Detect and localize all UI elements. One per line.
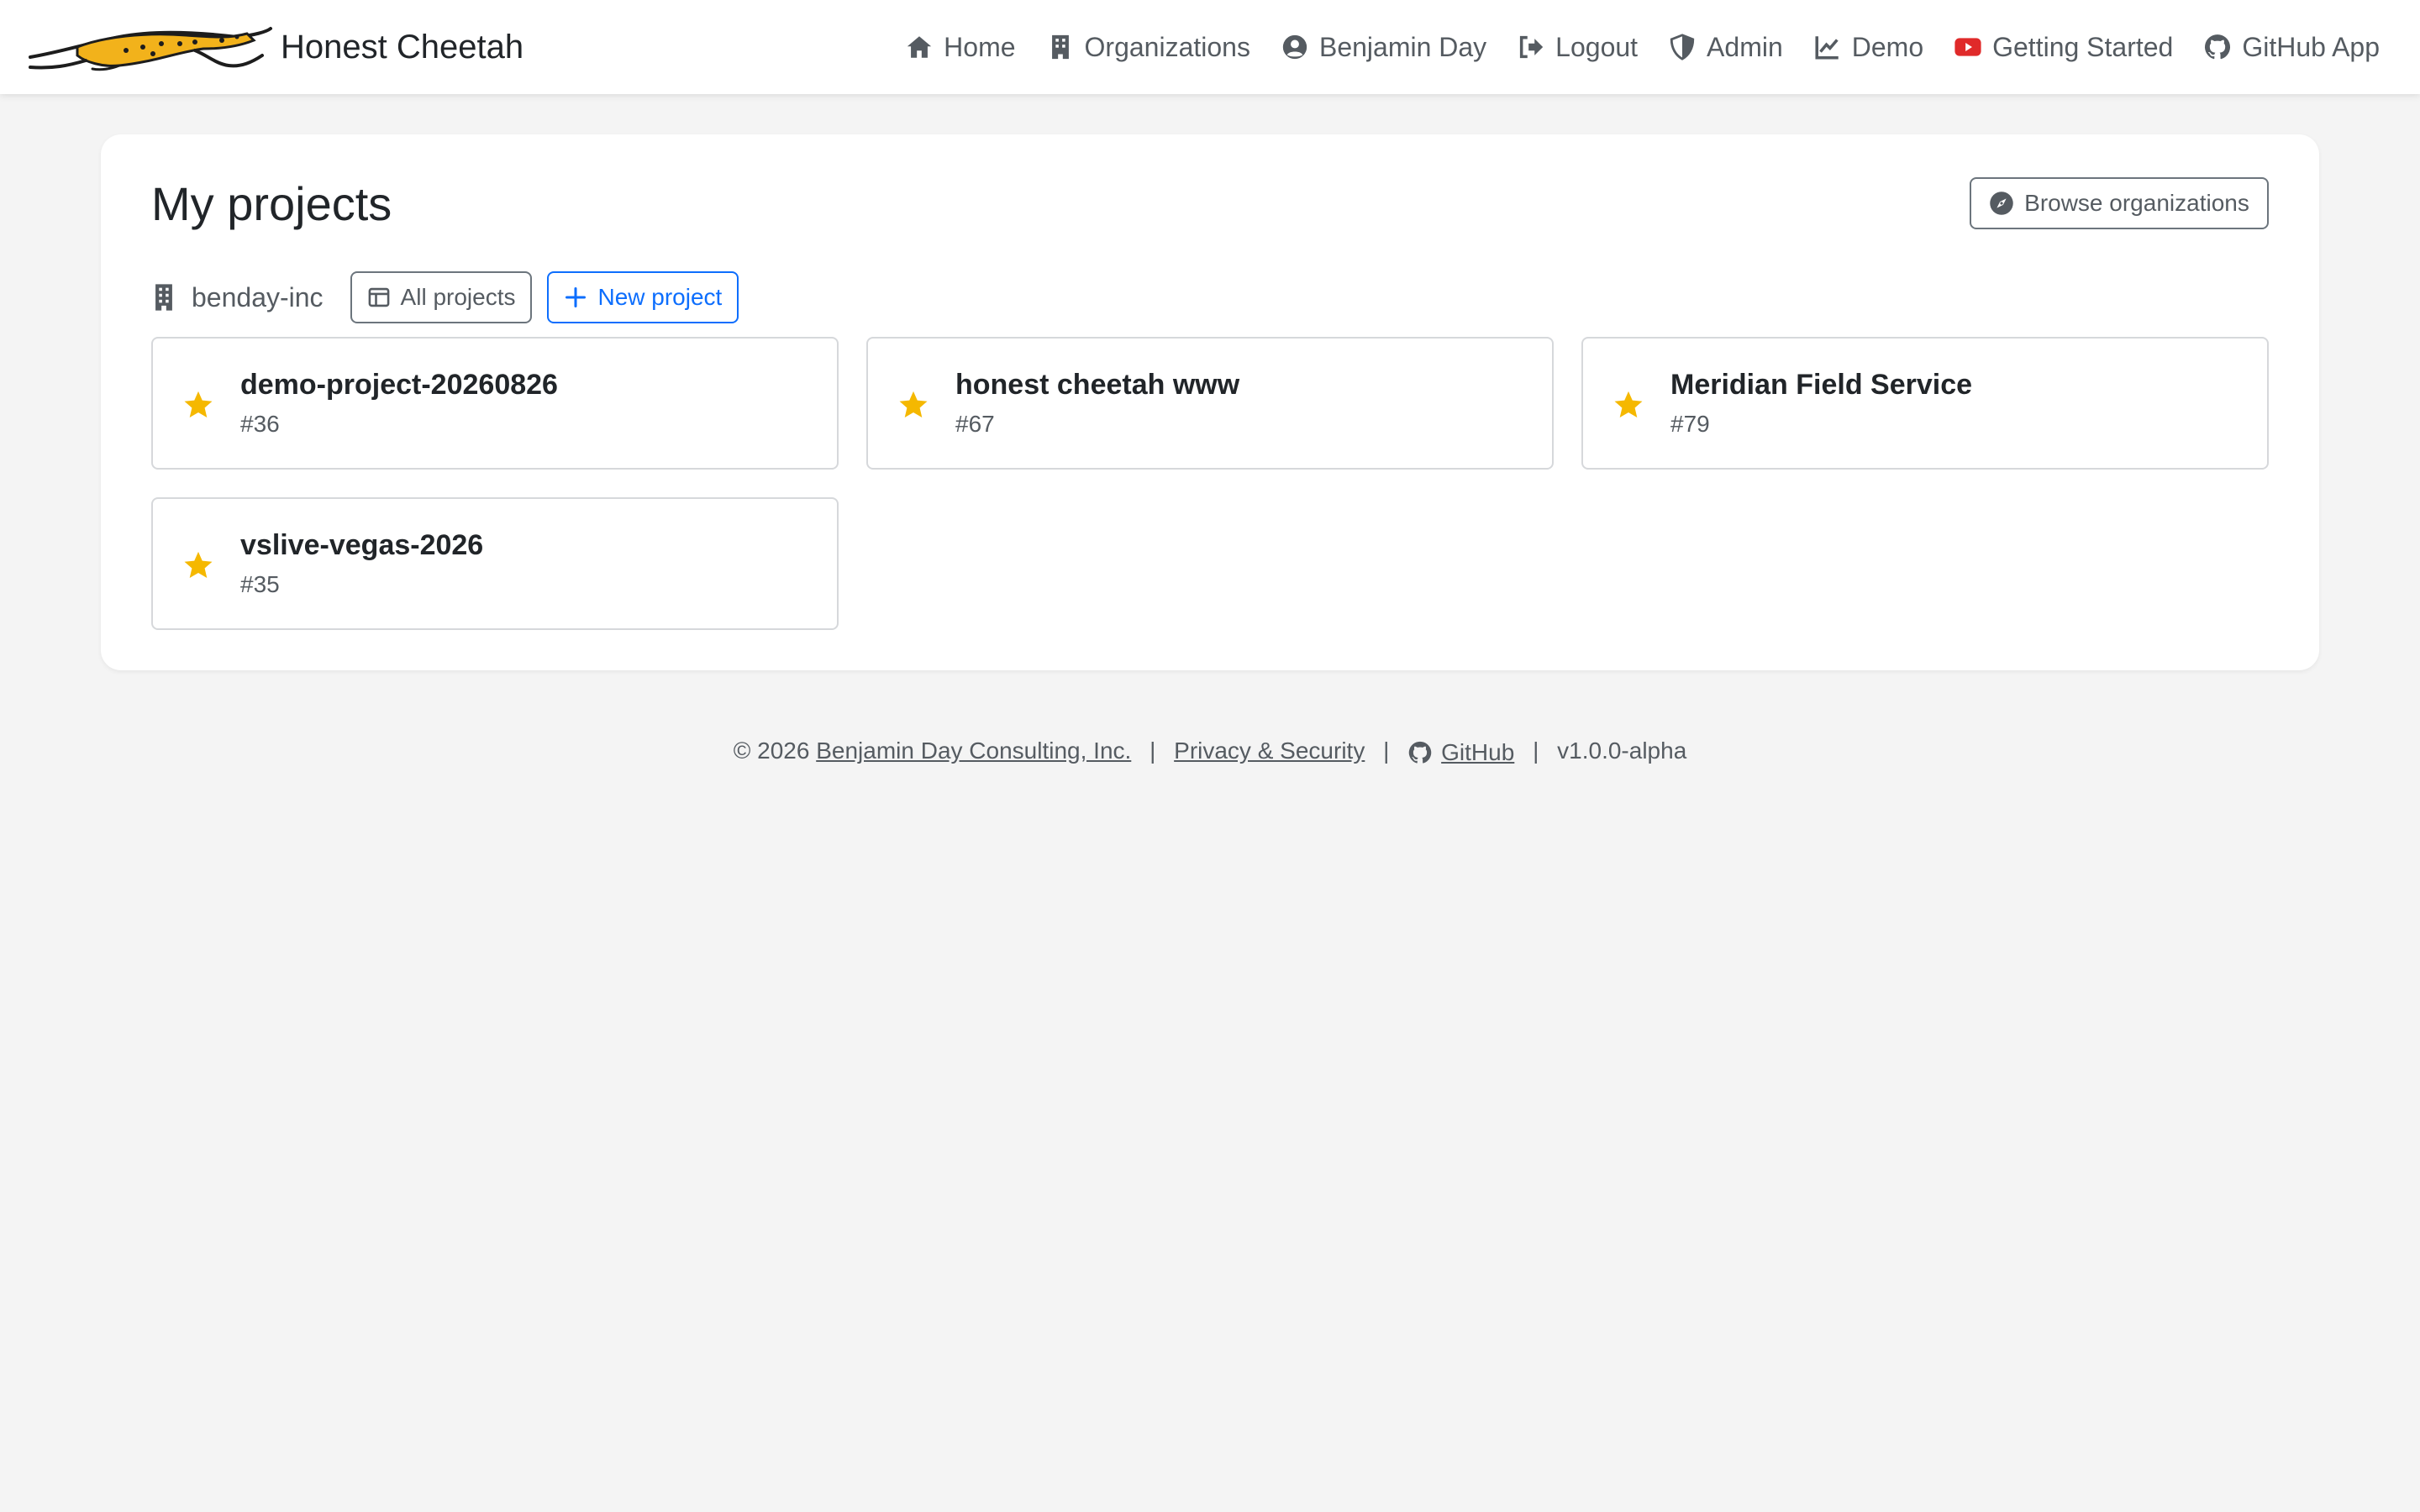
footer-version: v1.0.0-alpha (1557, 738, 1687, 764)
nav-logout-label: Logout (1555, 31, 1639, 62)
organization-name: benday-inc (151, 282, 324, 313)
nav-organizations[interactable]: Organizations (1046, 32, 1250, 63)
page-footer: © 2026 Benjamin Day Consulting, Inc. | P… (0, 738, 2420, 766)
projects-card: My projects Browse organizations benday-… (101, 134, 2319, 670)
footer-github-link[interactable]: GitHub (1441, 739, 1514, 766)
project-number: #79 (1670, 411, 1710, 437)
cheetah-logo-icon (29, 27, 272, 71)
youtube-icon (1954, 38, 1981, 56)
brand-link[interactable]: Honest Cheetah (27, 18, 523, 76)
plus-icon (566, 286, 587, 308)
nav-getting-started[interactable]: Getting Started (1954, 32, 2173, 63)
project-number: #36 (240, 411, 280, 437)
logout-icon (1520, 35, 1544, 59)
star-icon[interactable] (182, 549, 215, 581)
browse-organizations-button[interactable]: Browse organizations (1970, 177, 2269, 229)
shield-icon (1670, 34, 1695, 60)
new-project-label: New project (597, 284, 723, 310)
brand-name: Honest Cheetah (281, 28, 524, 66)
project-name: vslive-vegas-2026 (240, 529, 484, 561)
nav-admin-label: Admin (1707, 31, 1783, 62)
project-grid: demo-project-20260826 #36 honest cheetah… (151, 337, 2269, 630)
footer-separator: | (1383, 738, 1390, 764)
new-project-button[interactable]: New project (547, 271, 739, 323)
footer-github[interactable]: GitHub (1407, 739, 1514, 766)
user-circle-icon (1282, 34, 1307, 60)
github-icon (2205, 34, 2231, 60)
footer-privacy-link[interactable]: Privacy & Security (1174, 738, 1365, 764)
building-icon (1051, 34, 1069, 60)
footer-separator: | (1533, 738, 1539, 764)
nav-demo[interactable]: Demo (1813, 32, 1923, 63)
footer-company-link[interactable]: Benjamin Day Consulting, Inc. (816, 738, 1131, 764)
organization-header: benday-inc All projects New project (151, 271, 739, 323)
project-card[interactable]: vslive-vegas-2026 #35 (151, 497, 839, 630)
nav-home[interactable]: Home (905, 31, 1016, 63)
nav-github-app-label: GitHub App (2242, 31, 2380, 62)
building-icon (155, 284, 172, 311)
nav-github-app[interactable]: GitHub App (2203, 32, 2380, 63)
nav-user-label: Benjamin Day (1318, 31, 1487, 62)
footer-copyright: © 2026 (733, 738, 810, 764)
star-icon[interactable] (897, 389, 930, 421)
project-name: demo-project-20260826 (240, 369, 558, 401)
project-name: Meridian Field Service (1670, 369, 1973, 401)
nav-organizations-label: Organizations (1084, 31, 1250, 62)
top-navbar: Honest Cheetah Home Organizations Benjam… (0, 0, 2420, 94)
nav-logout[interactable]: Logout (1517, 32, 1638, 63)
nav-menu: Home Organizations Benjamin Day Logout A… (905, 0, 2380, 94)
project-number: #35 (240, 571, 280, 597)
chart-line-icon (1815, 36, 1839, 60)
table-icon (368, 287, 389, 307)
page-title: My projects (151, 177, 392, 230)
nav-getting-started-label: Getting Started (1992, 31, 2174, 62)
nav-home-label: Home (944, 31, 1016, 62)
browse-organizations-label: Browse organizations (2024, 190, 2249, 216)
organization-name-label: benday-inc (192, 281, 324, 312)
project-card[interactable]: demo-project-20260826 #36 (151, 337, 839, 470)
nav-demo-label: Demo (1851, 31, 1924, 62)
footer-separator: | (1150, 738, 1156, 764)
project-number: #67 (955, 411, 995, 437)
project-name: honest cheetah www (955, 369, 1240, 401)
star-icon[interactable] (1612, 389, 1645, 421)
star-icon[interactable] (182, 389, 215, 421)
github-icon (1408, 741, 1432, 764)
project-card[interactable]: Meridian Field Service #79 (1581, 337, 2269, 470)
all-projects-label: All projects (400, 284, 516, 310)
nav-user-profile[interactable]: Benjamin Day (1281, 32, 1486, 63)
home-icon (908, 36, 932, 58)
compass-icon (1990, 192, 2013, 215)
project-card[interactable]: honest cheetah www #67 (866, 337, 1554, 470)
all-projects-button[interactable]: All projects (350, 271, 533, 323)
nav-admin[interactable]: Admin (1668, 32, 1783, 63)
